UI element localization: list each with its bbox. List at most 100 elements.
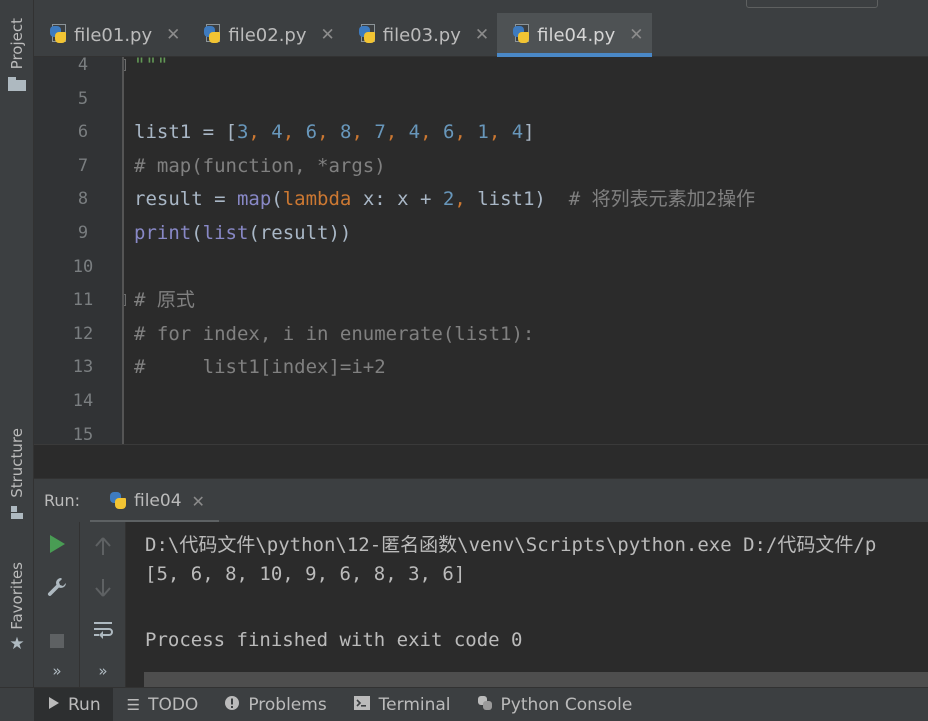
python-file-icon (202, 24, 222, 45)
bottom-tab-problems[interactable]: Problems (210, 688, 338, 721)
soft-wrap-button[interactable] (80, 620, 126, 643)
line-number: 7 (77, 155, 89, 176)
fold-marker-icon[interactable] (124, 294, 126, 307)
code-line: list1 = [3, 4, 6, 8, 7, 4, 6, 1, 4] (134, 115, 535, 149)
code-line: print(list(result)) (134, 216, 351, 250)
code-token: , (248, 121, 272, 144)
code-token: 7 (374, 121, 386, 144)
code-token: x: x + (351, 188, 443, 211)
console-line: [5, 6, 8, 10, 9, 6, 8, 3, 6] (145, 563, 466, 585)
python-icon (477, 695, 493, 715)
more-tools-button-2[interactable]: » (80, 664, 126, 679)
editor-tab-4[interactable]: file04.py ✕ (497, 13, 652, 57)
code-token: 1 (477, 121, 489, 144)
line-number: 4 (77, 55, 89, 75)
run-config-selector[interactable] (746, 0, 878, 8)
line-number: 6 (77, 122, 89, 143)
fold-marker-icon[interactable] (124, 59, 126, 71)
project-tab-label: Project (8, 18, 26, 70)
run-tab-label: file04 (134, 491, 182, 511)
close-icon[interactable]: ✕ (321, 25, 335, 45)
soft-wrap-icon (94, 622, 113, 639)
code-token: lambda (282, 188, 352, 211)
star-icon: ★ (9, 633, 25, 654)
code-token: 4 (408, 121, 421, 144)
code-editor[interactable]: """ list1 = [3, 4, 6, 8, 7, 4, 6, 1, 4] # … (124, 57, 928, 444)
favorites-tab-label: Favorites (8, 562, 26, 630)
project-tool-tab[interactable]: Project (0, 18, 34, 92)
line-number: 9 (77, 223, 89, 243)
scroll-up-button[interactable] (80, 536, 126, 559)
code-token: """ (134, 57, 169, 76)
bottom-tab-run[interactable]: Run (34, 687, 113, 721)
scrollbar-thumb[interactable] (144, 672, 928, 687)
python-file-icon (511, 24, 531, 45)
scroll-down-button[interactable] (80, 578, 126, 601)
title-strip (34, 0, 928, 13)
tab-label: file03.py (382, 24, 461, 46)
editor-tab-1[interactable]: file01.py ✕ (34, 13, 188, 57)
rerun-button[interactable] (34, 534, 80, 557)
code-token: , (488, 121, 512, 144)
bottom-tab-terminal[interactable]: Terminal (339, 688, 463, 721)
code-token: 8 (339, 121, 352, 144)
more-tools-button[interactable]: » (34, 664, 80, 679)
code-token: map (236, 188, 272, 211)
arrow-up-icon (95, 537, 111, 555)
info-icon (224, 695, 240, 715)
editor-horizontal-scrollbar[interactable] (34, 444, 928, 478)
line-number: 8 (77, 189, 89, 210)
code-line: # list1[index]=i+2 (134, 350, 386, 384)
code-token: , (454, 121, 478, 144)
line-number: 11 (72, 290, 94, 311)
close-icon[interactable]: ✕ (166, 25, 180, 45)
stop-icon (50, 634, 64, 648)
code-token: print (134, 222, 192, 244)
code-line: # for index, i in enumerate(list1): (134, 317, 534, 351)
console-line: D:\代码文件\python\12-匿名函数\venv\Scripts\pyth… (145, 534, 877, 556)
run-console-output[interactable]: D:\代码文件\python\12-匿名函数\venv\Scripts\pyth… (126, 522, 928, 672)
stop-button[interactable] (34, 632, 80, 652)
close-icon[interactable]: ✕ (629, 25, 643, 45)
bottom-tool-window-bar: Run ☰ TODO Problems Terminal Python Console (0, 687, 928, 721)
code-token: # 原式 (134, 289, 195, 312)
close-icon[interactable]: ✕ (192, 492, 205, 511)
tab-label: file01.py (74, 24, 153, 46)
editor-tab-2[interactable]: file02.py ✕ (188, 13, 342, 57)
code-token: ( (191, 222, 203, 244)
wrench-icon (47, 578, 66, 596)
code-token: # list1[index]=i+2 (134, 356, 386, 379)
settings-button[interactable] (34, 576, 80, 601)
close-icon[interactable]: ✕ (475, 25, 489, 45)
line-number: 12 (72, 323, 94, 344)
bottom-tab-python-console[interactable]: Python Console (463, 688, 645, 721)
structure-icon (9, 504, 25, 520)
code-token: list1) (477, 188, 569, 211)
code-line: # map(function, *args) (134, 149, 386, 183)
code-token: # 将列表元素加2操作 (568, 188, 756, 211)
python-file-icon (48, 24, 68, 45)
code-token: # for index, i in enumerate(list1): (134, 322, 535, 345)
code-token: , (454, 188, 478, 211)
run-panel-header: Run: file04 ✕ (34, 478, 928, 523)
code-token: result = (134, 188, 237, 211)
structure-tab-label: Structure (8, 428, 26, 498)
code-token: list (202, 222, 249, 244)
list-icon: ☰ (126, 695, 141, 714)
bottom-tab-label: Terminal (378, 694, 451, 715)
python-icon (108, 491, 128, 511)
code-token: , (420, 121, 444, 144)
code-token: 6 (305, 121, 318, 144)
code-line: result = map(lambda x: x + 2, list1) # 将… (134, 182, 755, 216)
structure-tool-tab[interactable]: Structure (0, 428, 34, 520)
editor-tab-3[interactable]: file03.py ✕ (343, 13, 497, 57)
bottom-tab-label: TODO (148, 694, 199, 715)
console-horizontal-scrollbar[interactable] (126, 672, 928, 687)
bottom-tab-label: Python Console (500, 694, 633, 715)
run-tab-file04[interactable]: file04 ✕ (90, 479, 219, 523)
terminal-icon (353, 695, 371, 715)
bottom-tab-todo[interactable]: ☰ TODO (113, 688, 211, 721)
favorites-tool-tab[interactable]: Favorites ★ (0, 562, 34, 653)
code-token: , (351, 121, 375, 144)
bottom-tab-label: Problems (248, 694, 327, 715)
